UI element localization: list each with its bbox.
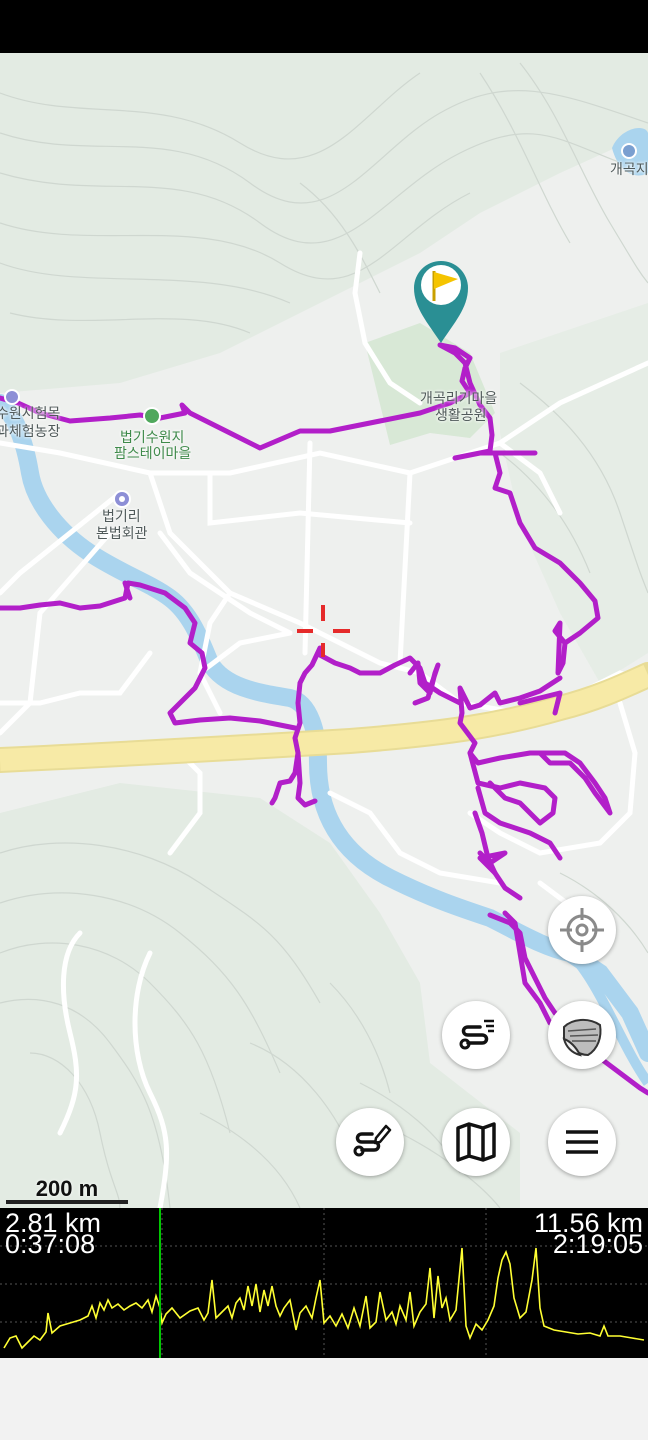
place-label: 과체험농장 [0, 423, 61, 439]
route-list-icon [459, 1019, 494, 1050]
place-label: 수원시험목 [0, 405, 61, 421]
poi-marker [621, 143, 637, 159]
place-label: 법기리 [102, 508, 141, 524]
park-area [365, 323, 495, 445]
cursor-time: 0:37:08 [5, 1229, 96, 1259]
scale-line [6, 1200, 128, 1204]
place-label: 팜스테이마을 [114, 445, 192, 461]
forest-area [500, 303, 648, 683]
map-icon [456, 1122, 496, 1162]
place-label: 법기수원지 [120, 429, 185, 445]
place-label: 개곡지 [610, 161, 648, 177]
route-edit-button[interactable] [336, 1108, 404, 1176]
layers-icon [562, 1019, 602, 1057]
place-label: 개곡리기마을 [420, 390, 498, 406]
menu-button[interactable] [548, 1108, 616, 1176]
total-time: 2:19:05 [552, 1229, 643, 1259]
route-edit-icon [353, 1124, 392, 1157]
scale-label: 200 m [35, 1176, 99, 1201]
menu-icon [566, 1130, 598, 1154]
status-bar [0, 0, 648, 53]
place-label: 생활공원 [435, 407, 487, 423]
map-button[interactable] [442, 1108, 510, 1176]
scale-bar: 200 m [6, 1176, 128, 1204]
crosshair-icon [560, 908, 604, 952]
place-label: 본법회관 [96, 525, 148, 541]
poi-marker [143, 407, 161, 425]
layers-button[interactable] [548, 1001, 616, 1069]
map-view[interactable]: 개곡지 개곡리기마을 생활공원 수원시험목 과체험농장 법기수원지 팜스테이마을… [0, 53, 648, 1208]
poi-marker [4, 389, 20, 405]
route-list-button[interactable] [442, 1001, 510, 1069]
locate-button[interactable] [548, 896, 616, 964]
elevation-profile[interactable]: 2.81 km 0:37:08 11.56 km 2:19:05 [0, 1208, 648, 1358]
navigation-bar-area [0, 1358, 648, 1440]
